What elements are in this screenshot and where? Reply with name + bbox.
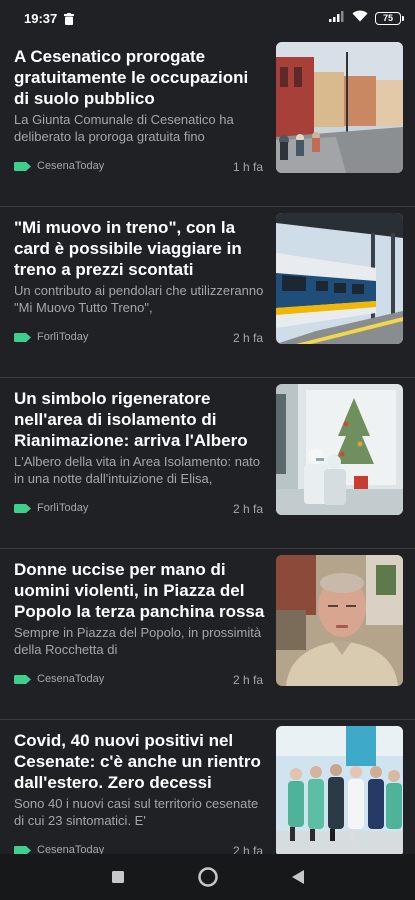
wifi-icon bbox=[352, 9, 368, 27]
article-time: 2 h fa bbox=[232, 331, 263, 345]
article-title: "Mi muovo in treno", con la card è possi… bbox=[14, 218, 242, 279]
article-thumbnail[interactable] bbox=[276, 384, 403, 515]
news-feed[interactable]: A Cesenatico prorogate gratuitamente le … bbox=[0, 36, 415, 854]
article-card[interactable]: A Cesenatico prorogate gratuitamente le … bbox=[0, 36, 415, 207]
article-source: CesenaToday bbox=[14, 673, 104, 685]
recents-button[interactable] bbox=[106, 865, 130, 889]
article-source: ForlìToday bbox=[14, 502, 88, 514]
triangle-left-icon bbox=[291, 870, 304, 884]
tag-icon bbox=[14, 674, 31, 684]
article-card[interactable]: Donne uccise per mano di uomini violenti… bbox=[0, 549, 415, 720]
article-title: Un simbolo rigeneratore nell'area di iso… bbox=[14, 389, 248, 450]
article-source: ForlìToday bbox=[14, 331, 88, 343]
source-name: ForlìToday bbox=[37, 331, 89, 343]
system-nav-bar bbox=[0, 854, 415, 900]
signal-icon bbox=[329, 9, 345, 27]
trash-icon bbox=[64, 12, 75, 25]
portrait-photo bbox=[276, 555, 403, 686]
back-button[interactable] bbox=[286, 865, 310, 889]
tag-icon bbox=[14, 845, 31, 854]
street-photo bbox=[276, 42, 403, 173]
article-snippet: Un contributo ai pendolari che utilizzer… bbox=[14, 283, 264, 315]
article-snippet: Sempre in Piazza del Popolo, in prossimi… bbox=[14, 625, 262, 657]
hospital-tree-photo bbox=[276, 384, 403, 515]
article-card[interactable]: Un simbolo rigeneratore nell'area di iso… bbox=[0, 378, 415, 549]
tag-icon bbox=[14, 503, 31, 513]
tag-icon bbox=[14, 161, 31, 171]
article-time: 2 h fa bbox=[232, 673, 263, 687]
article-time: 2 h fa bbox=[232, 502, 263, 516]
article-thumbnail[interactable] bbox=[276, 555, 403, 686]
train-photo bbox=[276, 213, 403, 344]
status-indicators: 75 bbox=[329, 9, 404, 27]
article-title: Donne uccise per mano di uomini violenti… bbox=[14, 560, 265, 621]
source-name: CesenaToday bbox=[37, 160, 105, 172]
article-snippet: Sono 40 i nuovi casi sul territorio cese… bbox=[14, 796, 259, 828]
tag-icon bbox=[14, 332, 31, 342]
article-title: A Cesenatico prorogate gratuitamente le … bbox=[14, 47, 249, 108]
article-snippet: L'Albero della vita in Area Isolamento: … bbox=[14, 454, 261, 486]
article-time: 1 h fa bbox=[232, 160, 263, 174]
source-name: CesenaToday bbox=[37, 673, 105, 685]
article-thumbnail[interactable] bbox=[276, 213, 403, 344]
source-name: ForlìToday bbox=[37, 502, 89, 514]
medical-staff-photo bbox=[276, 726, 403, 854]
article-thumbnail[interactable] bbox=[276, 726, 403, 854]
source-name: CesenaToday bbox=[37, 844, 105, 854]
home-button[interactable] bbox=[196, 865, 220, 889]
status-time: 19:37 bbox=[24, 10, 58, 26]
article-card[interactable]: "Mi muovo in treno", con la card è possi… bbox=[0, 207, 415, 378]
article-title: Covid, 40 nuovi positivi nel Cesenate: c… bbox=[14, 731, 261, 792]
battery-icon: 75 bbox=[375, 11, 404, 25]
square-icon bbox=[111, 871, 124, 883]
article-thumbnail[interactable] bbox=[276, 42, 403, 173]
article-time: 2 h fa bbox=[232, 844, 263, 854]
article-source: CesenaToday bbox=[14, 160, 104, 172]
article-source: CesenaToday bbox=[14, 844, 104, 854]
status-bar: 19:37 75 bbox=[0, 0, 415, 36]
article-snippet: La Giunta Comunale di Cesenatico ha deli… bbox=[14, 112, 234, 144]
article-card[interactable]: Covid, 40 nuovi positivi nel Cesenate: c… bbox=[0, 720, 415, 854]
circle-icon bbox=[197, 867, 218, 887]
